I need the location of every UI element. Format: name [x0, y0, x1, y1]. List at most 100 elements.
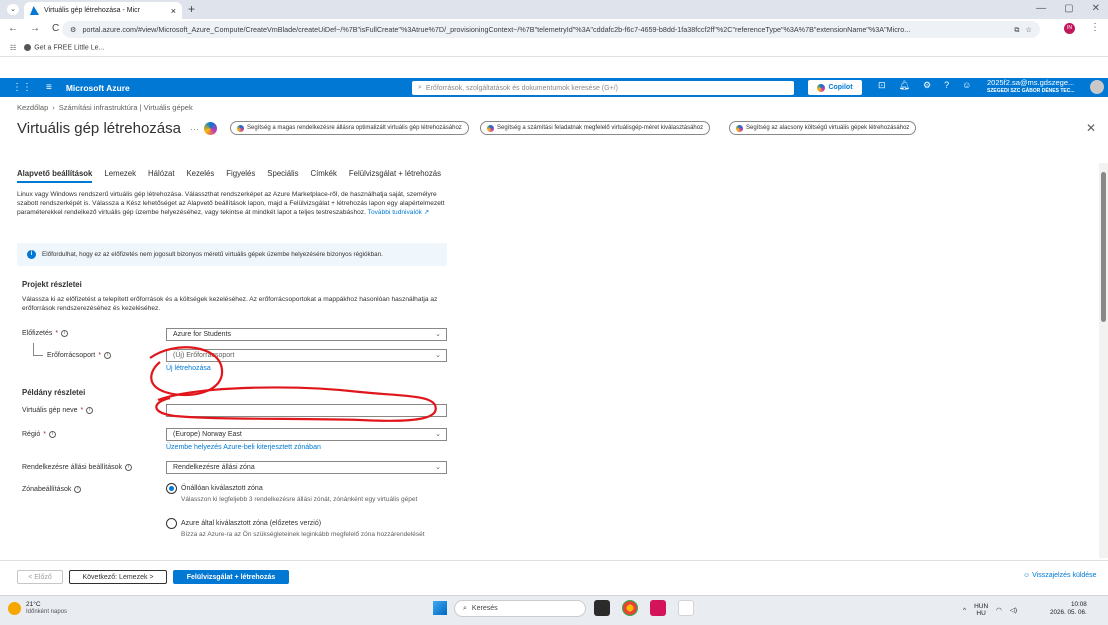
previous-button[interactable]: < Előző [17, 570, 63, 584]
breadcrumb-vms[interactable]: Számítási infrastruktúra | Virtuális gép… [59, 103, 193, 112]
taskbar-search[interactable]: ⌕ Keresés [454, 600, 586, 617]
close-window-button[interactable]: ✕ [1092, 3, 1100, 14]
bookmark-item[interactable]: Get a FREE Little Le... [24, 44, 105, 52]
region-label: Régió * i [22, 431, 57, 438]
copilot-icon [736, 124, 743, 132]
label-text: Virtuális gép neve [22, 407, 78, 414]
chevron-down-icon: ⌄ [435, 464, 441, 471]
bookmark-label: Get a FREE Little Le... [34, 44, 105, 52]
info-circle-icon[interactable]: i [125, 464, 132, 471]
tab-networking[interactable]: Hálózat [148, 169, 174, 183]
send-feedback-link[interactable]: ☺ Visszajelzés küldése [1023, 572, 1097, 579]
region-dropdown[interactable]: (Europe) Norway East ⌄ [166, 428, 447, 441]
copilot-suggestion-lowcost[interactable]: Segítség az alacsony költségű virtuális … [729, 121, 917, 135]
feedback-person-icon: ☺ [1023, 572, 1031, 579]
close-blade-button[interactable]: ✕ [1086, 121, 1096, 135]
breadcrumb-home[interactable]: Kezdőlap [17, 103, 48, 112]
header-icons: ⊡ 🔔︎ ⚙ ? ☺ [878, 80, 971, 91]
next-disks-button[interactable]: Következő: Lemezek > [69, 570, 167, 584]
weather-temp: 21°C [26, 601, 41, 608]
copilot-icon[interactable] [204, 122, 217, 135]
lang-code-2: HU [976, 610, 986, 617]
chrome-icon[interactable] [622, 600, 638, 616]
feedback-person-icon[interactable]: ☺ [962, 80, 971, 91]
language-indicator[interactable]: HUN HU [974, 603, 988, 617]
task-view-icon[interactable] [594, 600, 610, 616]
tab-monitoring[interactable]: Figyelés [226, 169, 255, 183]
tray-chevron-icon[interactable]: ^ [963, 607, 966, 614]
zone-self-selected-radio[interactable] [166, 483, 177, 494]
chrome-menu-button[interactable]: ⋮ [1090, 22, 1100, 33]
tab-advanced[interactable]: Speciális [267, 169, 298, 183]
maximize-button[interactable]: ▢ [1064, 3, 1073, 14]
account-info[interactable]: 2025f2.sa@ms.gdszege... SZEGEDI SZC GÁBO… [987, 79, 1075, 95]
info-circle-icon[interactable]: i [86, 407, 94, 414]
project-details-heading: Projekt részletei [22, 280, 82, 289]
create-new-rg-link[interactable]: Új létrehozása [166, 365, 211, 372]
chevron-down-icon: ⌄ [435, 331, 441, 338]
availability-options-label: Rendelkezésre állási beállítások i [22, 464, 132, 471]
copilot-suggestion-ha[interactable]: Segítség a magas rendelkezésre állásra o… [230, 121, 469, 135]
resource-group-label: Erőforrácsoport * i [47, 352, 111, 359]
azure-brand[interactable]: Microsoft Azure [66, 83, 130, 93]
lang-code: HUN [974, 603, 989, 610]
portal-menu-grid-icon[interactable]: ⋮⋮ [12, 82, 32, 93]
cloud-shell-icon[interactable]: ⊡ [878, 80, 886, 91]
instance-details-heading: Példány részletei [22, 388, 86, 397]
zone-option2-title: Azure által kiválasztott zóna (előzetes … [181, 520, 322, 527]
back-button[interactable]: ← [8, 23, 18, 34]
help-icon[interactable]: ? [944, 80, 949, 91]
wifi-icon[interactable]: ◠ [996, 606, 1002, 614]
new-tab-button[interactable]: + [188, 2, 195, 16]
account-avatar[interactable] [1090, 80, 1104, 94]
copilot-button[interactable]: Copilot [808, 80, 862, 95]
tab-basics[interactable]: Alapvető beállítások [17, 169, 93, 183]
app-icon[interactable] [650, 600, 666, 616]
app-icon-2[interactable] [678, 600, 694, 616]
weather-widget[interactable]: 21°C Időnként napos [8, 601, 67, 615]
forward-button[interactable]: → [30, 23, 40, 34]
page-title: Virtuális gép létrehozása [17, 120, 181, 137]
tab-title: Virtuális gép létrehozása - Micr [44, 7, 140, 14]
extended-zone-link[interactable]: Üzembe helyezés Azure-beli kiterjesztett… [166, 444, 321, 451]
hamburger-menu-icon[interactable]: ≡ [46, 82, 52, 93]
site-info-icon[interactable]: ⚙ [70, 25, 76, 34]
vm-name-input[interactable] [166, 404, 447, 417]
tab-tags[interactable]: Címkék [310, 169, 336, 183]
feedback-label: Visszajelzés küldése [1032, 572, 1097, 579]
global-search-input[interactable]: ⌕ Erőforrások, szolgáltatások és dokumen… [412, 81, 794, 95]
share-icon[interactable]: ⧉ [1014, 25, 1019, 35]
minimize-button[interactable]: — [1036, 3, 1046, 14]
apps-grid-icon[interactable]: ☷ [10, 44, 16, 52]
tab-disks[interactable]: Lemezek [104, 169, 136, 183]
copilot-suggestion-size[interactable]: Segítség a számítási feladatnak megfelel… [480, 121, 711, 135]
tab-close-icon[interactable]: × [171, 6, 176, 16]
subscription-dropdown[interactable]: Azure for Students ⌄ [166, 328, 447, 341]
zone-azure-selected-radio[interactable] [166, 518, 177, 529]
windows-start-icon[interactable] [433, 601, 447, 615]
notifications-icon[interactable]: 🔔︎ [899, 80, 910, 91]
taskbar-clock[interactable]: 10:08 2026. 05. 06. [1050, 601, 1087, 617]
browser-tab[interactable]: Virtuális gép létrehozása - Micr × [24, 2, 182, 19]
tree-connector [33, 343, 43, 356]
info-circle-icon[interactable]: i [61, 330, 69, 337]
info-circle-icon[interactable]: i [103, 352, 111, 359]
bookmark-star-icon[interactable]: ☆ [1026, 25, 1032, 34]
info-circle-icon[interactable]: i [49, 431, 57, 438]
label-text: Rendelkezésre állási beállítások [22, 464, 122, 471]
tab-review-create[interactable]: Felülvizsgálat + létrehozás [349, 169, 441, 183]
availability-options-dropdown[interactable]: Rendelkezésre állási zóna ⌄ [166, 461, 447, 474]
chevron-down-icon: ⌄ [435, 352, 441, 359]
reload-button[interactable]: C [52, 23, 59, 34]
learn-more-link[interactable]: További tudnivalók ↗ [368, 209, 430, 216]
scrollbar-thumb[interactable] [1101, 172, 1106, 322]
tab-search-button[interactable]: ⌄ [7, 4, 19, 15]
volume-icon[interactable]: ◁) [1010, 606, 1017, 614]
info-circle-icon[interactable]: i [74, 486, 82, 493]
profile-avatar[interactable]: IN [1064, 23, 1075, 34]
review-create-button[interactable]: Felülvizsgálat + létrehozás [173, 570, 289, 584]
settings-gear-icon[interactable]: ⚙ [923, 80, 931, 91]
address-bar[interactable]: ⚙ portal.azure.com/#view/Microsoft_Azure… [62, 21, 1040, 38]
resource-group-dropdown[interactable]: (Új) Erőforrácsoport ⌄ [166, 349, 447, 362]
tab-management[interactable]: Kezelés [186, 169, 214, 183]
